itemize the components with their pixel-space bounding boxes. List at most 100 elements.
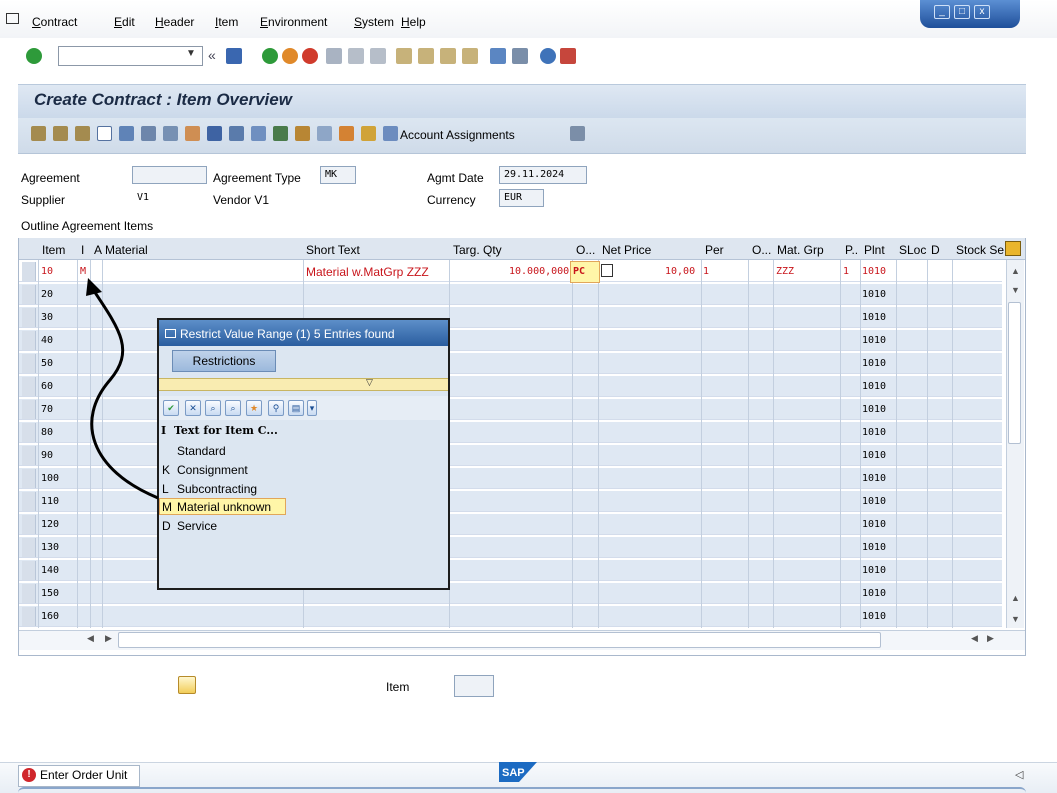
filter-icon[interactable] <box>273 126 288 141</box>
close-icon[interactable]: ✕ <box>185 400 201 416</box>
list-item[interactable]: Consignment <box>177 463 248 481</box>
row-selector[interactable] <box>22 492 36 511</box>
maximize-icon[interactable]: □ <box>954 5 970 19</box>
cell-plant[interactable]: 1010 <box>862 335 886 346</box>
menu-system[interactable]: System <box>354 15 394 29</box>
messages-icon[interactable] <box>251 126 266 141</box>
col-d[interactable]: D <box>931 243 940 257</box>
row-selector[interactable] <box>22 377 36 396</box>
row-selector[interactable] <box>22 515 36 534</box>
col-item[interactable]: Item <box>42 243 65 257</box>
back-icon[interactable] <box>262 48 278 64</box>
col-storage-location[interactable]: SLoc <box>899 243 926 257</box>
list-item[interactable]: Service <box>177 519 217 537</box>
agreement-field[interactable] <box>132 166 207 184</box>
cell-plant[interactable]: 1010 <box>862 450 886 461</box>
cell-item[interactable]: 30 <box>41 312 53 323</box>
account-assignment-icon[interactable] <box>383 126 398 141</box>
scroll-down-icon[interactable]: ▼ <box>1011 614 1020 624</box>
col-per[interactable]: Per <box>705 243 724 257</box>
transfer-icon[interactable] <box>339 126 354 141</box>
cell-item[interactable]: 40 <box>41 335 53 346</box>
triangle-down-icon[interactable]: ▽ <box>366 377 373 388</box>
cell-item[interactable]: 160 <box>41 611 59 622</box>
row-selector[interactable] <box>22 285 36 304</box>
menu-header[interactable]: Header <box>155 15 194 29</box>
find-next-icon[interactable]: ⌕ <box>225 400 241 416</box>
list-item[interactable]: Subcontracting <box>177 482 257 500</box>
account-assignments-button[interactable]: Account Assignments <box>400 128 515 142</box>
cell-item[interactable]: 70 <box>41 404 53 415</box>
tab-restrictions[interactable]: Restrictions <box>172 350 276 372</box>
new-item-icon[interactable] <box>97 126 112 141</box>
cell-item[interactable]: 150 <box>41 588 59 599</box>
edit-icon[interactable] <box>317 126 332 141</box>
structure-icon[interactable] <box>570 126 585 141</box>
cell-plant[interactable]: 1010 <box>862 496 886 507</box>
list-item[interactable]: Standard <box>177 444 226 462</box>
col-p[interactable]: P.. <box>845 243 858 257</box>
row-selector[interactable] <box>22 607 36 626</box>
cell-item[interactable]: 120 <box>41 519 59 530</box>
col-account-assignment[interactable]: A <box>94 243 102 257</box>
chevron-down-icon[interactable]: ▼ <box>186 48 196 59</box>
col-target-qty[interactable]: Targ. Qty <box>453 243 502 257</box>
print-preview-icon[interactable] <box>229 126 244 141</box>
cell-per[interactable]: 1 <box>703 266 709 277</box>
cell-plant[interactable]: 1010 <box>862 611 886 622</box>
next-page-icon[interactable] <box>440 48 456 64</box>
cell-plant[interactable]: 1010 <box>862 404 886 415</box>
menu-contract[interactable]: Contract <box>32 15 77 29</box>
item-field[interactable] <box>454 675 494 697</box>
cell-item[interactable]: 140 <box>41 565 59 576</box>
find-next-icon[interactable] <box>370 48 386 64</box>
table-row[interactable] <box>19 606 1002 627</box>
row-selector[interactable] <box>22 423 36 442</box>
horizontal-scroll-track[interactable] <box>118 632 881 648</box>
cell-plant[interactable]: 1010 <box>862 427 886 438</box>
collapse-icon[interactable]: « <box>208 47 216 63</box>
minimize-icon[interactable]: _ <box>934 5 950 19</box>
favorite-icon[interactable]: ★ <box>246 400 262 416</box>
row-selector[interactable] <box>22 469 36 488</box>
col-material[interactable]: Material <box>105 243 148 257</box>
copy-icon[interactable] <box>141 126 156 141</box>
notes-icon[interactable] <box>178 676 196 694</box>
menu-help[interactable]: Help <box>401 15 426 29</box>
close-icon[interactable]: x <box>974 5 990 19</box>
scroll-up-icon[interactable]: ▲ <box>1011 593 1020 603</box>
header-details-icon[interactable] <box>31 126 46 141</box>
cell-plant[interactable]: 1010 <box>862 565 886 576</box>
menu-edit[interactable]: Edit <box>114 15 135 29</box>
cell-item[interactable]: 10 <box>41 266 53 277</box>
conditions-icon[interactable] <box>295 126 310 141</box>
item-details-icon[interactable] <box>53 126 68 141</box>
chevron-down-icon[interactable]: ▾ <box>307 400 317 416</box>
col-item-category[interactable]: I <box>81 243 84 257</box>
scroll-down-icon[interactable]: ▼ <box>1011 285 1020 295</box>
scroll-thumb[interactable] <box>1008 302 1021 444</box>
entry-key[interactable]: D <box>162 519 171 533</box>
col-plant[interactable]: Plnt <box>864 243 885 257</box>
cell-plant[interactable]: 1010 <box>862 588 886 599</box>
row-selector[interactable] <box>22 262 36 281</box>
cell-plant[interactable]: 1010 <box>862 289 886 300</box>
find-icon[interactable] <box>348 48 364 64</box>
cell-target-qty[interactable]: 10.000,000 <box>509 266 569 277</box>
enter-check-icon[interactable] <box>26 48 42 64</box>
table-settings-icon[interactable] <box>1005 241 1021 256</box>
cell-short-text[interactable]: Material w.MatGrp ZZZ <box>306 265 429 279</box>
scroll-right-icon[interactable]: ▶ <box>987 633 994 644</box>
cell-plant[interactable]: 1010 <box>862 381 886 392</box>
status-expand-icon[interactable]: ◁ <box>1015 768 1023 781</box>
save-icon[interactable] <box>226 48 242 64</box>
row-selector[interactable] <box>22 331 36 350</box>
print-icon[interactable] <box>326 48 342 64</box>
scroll-left-icon[interactable]: ◀ <box>87 633 94 644</box>
row-selector[interactable] <box>22 538 36 557</box>
cell-p[interactable]: 1 <box>843 266 849 277</box>
cell-item[interactable]: 90 <box>41 450 53 461</box>
cell-item[interactable]: 60 <box>41 381 53 392</box>
flag-icon[interactable] <box>207 126 222 141</box>
delete-icon[interactable] <box>119 126 134 141</box>
